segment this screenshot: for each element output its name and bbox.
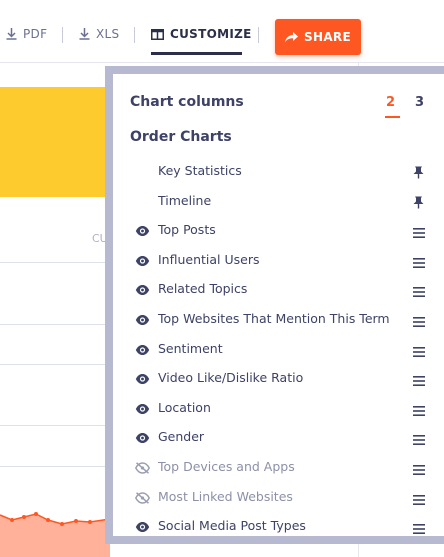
chart-order-item[interactable]: Gender (113, 425, 444, 449)
pin-icon (413, 164, 424, 183)
eye-off-icon[interactable] (135, 489, 150, 508)
chart-order-item-label: Social Media Post Types (158, 518, 306, 533)
drag-handle-icon[interactable] (413, 430, 425, 449)
chart-order-item-label: Location (158, 400, 211, 415)
chart-order-item[interactable]: Top Websites That Mention This Term (113, 307, 444, 331)
customize-panel: Chart columns 2 3 Order Charts Key Stati… (105, 66, 444, 544)
toolbar: PDF XLS CUSTOMIZE SHARE (0, 0, 444, 63)
chart-order-item[interactable]: Location (113, 396, 444, 420)
grid-line (0, 364, 110, 365)
drag-handle-icon[interactable] (413, 401, 425, 420)
chart-columns-label: Chart columns (130, 94, 244, 110)
eye-icon[interactable] (135, 370, 150, 389)
drag-handle-icon[interactable] (413, 371, 425, 390)
eye-icon[interactable] (135, 222, 150, 241)
dashboard-tile (0, 87, 110, 197)
chart-order-item-label: Timeline (158, 193, 212, 208)
chart-order-item[interactable]: Sentiment (113, 337, 444, 361)
grid-line (0, 466, 110, 467)
eye-icon[interactable] (135, 311, 150, 330)
drag-handle-icon[interactable] (413, 519, 425, 538)
active-tab-indicator (151, 52, 242, 55)
chart-order-item-label: Sentiment (158, 341, 223, 356)
chart-order-item-label: Related Topics (158, 281, 248, 296)
chart-order-item[interactable]: Timeline (113, 189, 444, 213)
customize-label: CUSTOMIZE (170, 27, 252, 41)
download-icon (6, 28, 17, 40)
toolbar-divider (134, 27, 135, 43)
grid-line (0, 425, 110, 426)
chart-order-item[interactable]: Most Linked Websites (113, 485, 444, 509)
toolbar-divider (62, 27, 63, 43)
chart-order-item[interactable]: Top Posts (113, 218, 444, 242)
chart-order-item-label: Top Posts (158, 222, 216, 237)
share-icon (285, 31, 299, 42)
chart-order-item-label: Video Like/Dislike Ratio (158, 370, 304, 385)
chart-order-item-label: Gender (158, 429, 205, 444)
eye-icon[interactable] (135, 252, 150, 271)
chart-order-item[interactable]: Social Media Post Types (113, 514, 444, 538)
eye-icon[interactable] (135, 429, 150, 448)
chart-order-item[interactable]: Top Devices and Apps (113, 455, 444, 479)
download-icon (79, 28, 90, 40)
pin-icon (413, 194, 424, 213)
eye-off-icon[interactable] (135, 459, 150, 478)
grid-line (0, 262, 110, 263)
chart-order-item[interactable]: Related Topics (113, 277, 444, 301)
drag-handle-icon[interactable] (413, 460, 425, 479)
eye-icon[interactable] (135, 341, 150, 360)
toolbar-divider (258, 27, 259, 43)
column-option-2[interactable]: 2 (386, 95, 395, 110)
chart-order-item-label: Key Statistics (158, 163, 242, 178)
eye-icon[interactable] (135, 518, 150, 537)
customize-tab[interactable]: CUSTOMIZE (151, 27, 252, 41)
xls-label: XLS (96, 27, 120, 41)
drag-handle-icon[interactable] (413, 223, 425, 242)
grid-line (0, 324, 110, 325)
chart-order-item-label: Influential Users (158, 252, 260, 267)
eye-icon[interactable] (135, 400, 150, 419)
column-selected-indicator (385, 116, 400, 118)
drag-handle-icon[interactable] (413, 253, 425, 272)
columns-icon (151, 28, 164, 40)
eye-icon[interactable] (135, 281, 150, 300)
xls-export-button[interactable]: XLS (79, 27, 119, 41)
order-charts-label: Order Charts (130, 129, 232, 145)
chart-order-item-label: Top Devices and Apps (158, 459, 295, 474)
background-area-chart (0, 512, 110, 557)
chart-order-item[interactable]: Influential Users (113, 248, 444, 272)
drag-handle-icon[interactable] (413, 312, 425, 331)
pdf-label: PDF (23, 27, 48, 41)
chart-order-item[interactable]: Video Like/Dislike Ratio (113, 366, 444, 390)
chart-order-item[interactable]: Key Statistics (113, 159, 444, 183)
share-button[interactable]: SHARE (275, 19, 361, 55)
chart-order-item-label: Top Websites That Mention This Term (158, 311, 390, 326)
pdf-export-button[interactable]: PDF (6, 27, 47, 41)
chart-order-item-label: Most Linked Websites (158, 489, 293, 504)
drag-handle-icon[interactable] (413, 282, 425, 301)
share-label: SHARE (304, 30, 351, 44)
drag-handle-icon[interactable] (413, 342, 425, 361)
column-option-3[interactable]: 3 (415, 95, 424, 110)
drag-handle-icon[interactable] (413, 490, 425, 509)
